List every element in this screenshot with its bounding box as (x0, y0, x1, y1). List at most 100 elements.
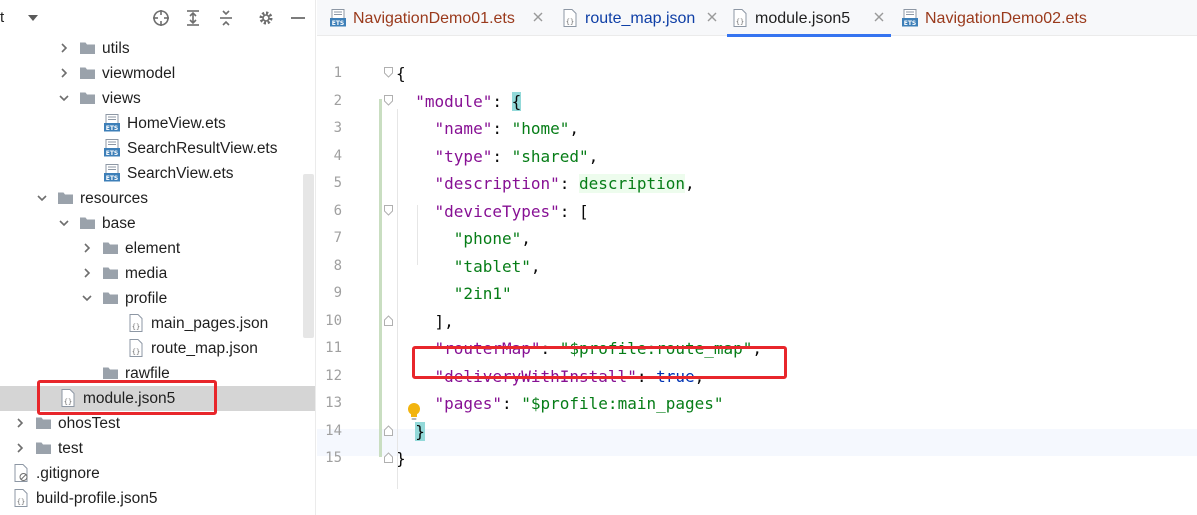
tree-item-ohostest[interactable]: ohosTest (0, 411, 315, 436)
tree-item-label: resources (80, 190, 149, 207)
close-icon[interactable] (532, 11, 544, 23)
tree-item-element[interactable]: element (0, 236, 315, 261)
code-line[interactable]: "pages": "$profile:main_pages" (396, 390, 724, 417)
minimize-icon[interactable] (288, 8, 308, 28)
tree-item-rawfile[interactable]: rawfile (0, 361, 315, 386)
fold-open-icon[interactable] (384, 94, 393, 106)
code-line[interactable]: "module": { (396, 88, 522, 115)
code-line[interactable]: "deliveryWithInstall": true, (396, 363, 705, 390)
close-icon[interactable] (873, 11, 885, 23)
fold-open-icon[interactable] (384, 67, 393, 78)
fold-open-icon[interactable] (384, 204, 393, 216)
code-token: : (540, 339, 560, 358)
folder-icon (102, 241, 119, 255)
tree-item-gitignore[interactable]: .gitignore (0, 461, 315, 486)
intention-bulb-icon[interactable] (406, 402, 422, 422)
chevron-down-icon[interactable] (35, 191, 49, 205)
code-token: "routerMap" (434, 339, 541, 358)
tree-item-label: rawfile (125, 365, 170, 382)
tab-navigationdemo01-ets[interactable]: ETS NavigationDemo01.ets (325, 0, 547, 36)
chevron-down-icon[interactable] (57, 216, 71, 230)
fold-close-icon[interactable] (384, 452, 393, 463)
code-line[interactable]: "routerMap": "$profile:route_map", (396, 335, 763, 362)
tab-navigationdemo02-ets[interactable]: ETS NavigationDemo02.ets (897, 0, 1107, 36)
code-token: "tablet" (453, 256, 531, 276)
tree-item-resources[interactable]: resources (0, 186, 315, 211)
tree-item-label: module.json5 (83, 390, 176, 407)
json-file-icon: {} (128, 314, 144, 332)
chevron-down-icon[interactable] (80, 291, 94, 305)
tree-item-profile[interactable]: profile (0, 286, 315, 311)
tree-item-label: SearchResultView.ets (127, 140, 278, 157)
chevron-right-icon[interactable] (13, 416, 27, 430)
collapse-all-icon[interactable] (216, 8, 236, 28)
tree-item-module-json5[interactable]: {} module.json5 (0, 386, 315, 411)
code-token: "$profile:main_pages" (521, 394, 724, 413)
ignore-file-icon (13, 464, 29, 482)
expand-all-icon[interactable] (183, 8, 203, 28)
code-token: "type" (434, 146, 493, 166)
code-line[interactable]: "deviceTypes": [ (396, 198, 589, 225)
scrollbar-thumb[interactable] (303, 174, 314, 338)
code-line[interactable]: "type": "shared", (396, 143, 599, 170)
tree-item-viewmodel[interactable]: viewmodel (0, 61, 315, 86)
chevron-right-icon[interactable] (13, 441, 27, 455)
tab-label: NavigationDemo01.ets (353, 10, 515, 27)
chevron-right-icon[interactable] (57, 66, 71, 80)
gear-icon[interactable] (256, 8, 276, 28)
fold-close-icon[interactable] (384, 424, 393, 436)
code-token: : (492, 91, 512, 111)
tree-item-label: ohosTest (58, 415, 121, 432)
tree-item-searchview-ets[interactable]: ETS SearchView.ets (0, 161, 315, 186)
chevron-right-icon[interactable] (80, 241, 94, 255)
tree-item-media[interactable]: media (0, 261, 315, 286)
svg-text:{}: {} (736, 18, 744, 26)
chevron-down-icon[interactable] (57, 91, 71, 105)
json-file-icon: {} (128, 339, 144, 357)
json-file-icon: {} (731, 9, 749, 27)
tab-module-json5[interactable]: {} module.json5 (727, 0, 891, 37)
chevron-right-icon[interactable] (80, 266, 94, 280)
svg-text:ETS: ETS (904, 20, 917, 27)
code-token: "$profile:route_map" (559, 339, 753, 358)
code-line[interactable]: { (396, 60, 406, 87)
fold-close-icon[interactable] (384, 314, 393, 326)
code-token: { (511, 91, 522, 111)
folder-icon (102, 366, 119, 380)
code-line[interactable]: "description": description, (396, 170, 695, 197)
folder-icon (35, 441, 52, 455)
code-token: { (396, 64, 406, 83)
json-file-icon: {} (561, 9, 579, 27)
tree-item-build-profile-json5[interactable]: {} build-profile.json5 (0, 486, 315, 511)
project-panel-title[interactable]: t (0, 9, 4, 26)
code-token: , (685, 174, 695, 193)
svg-text:{}: {} (64, 398, 72, 406)
tab-route-map-json[interactable]: {} route_map.json (557, 0, 727, 36)
tree-item-label: route_map.json (151, 340, 258, 357)
svg-text:{}: {} (566, 18, 574, 26)
tree-item-base[interactable]: base (0, 211, 315, 236)
ets-file-icon: ETS (104, 114, 120, 132)
tree-item-route-map-json[interactable]: {} route_map.json (0, 336, 315, 361)
code-editor[interactable]: 1{2 "module": {3 "name": "home", 4 "type"… (317, 37, 1197, 515)
code-line[interactable]: "2in1" (396, 280, 512, 307)
vcs-change-marker (379, 99, 382, 457)
tree-item-main-pages-json[interactable]: {} main_pages.json (0, 311, 315, 336)
code-line[interactable]: ], (396, 308, 454, 335)
tree-item-searchresultview-ets[interactable]: ETS SearchResultView.ets (0, 136, 315, 161)
tree-item-utils[interactable]: utils (0, 36, 315, 61)
chevron-right-icon[interactable] (57, 41, 71, 55)
close-icon[interactable] (706, 11, 718, 23)
tree-item-test[interactable]: test (0, 436, 315, 461)
tree-item-views[interactable]: views (0, 86, 315, 111)
json-file-icon: {} (60, 389, 76, 407)
code-line[interactable]: "name": "home", (396, 115, 580, 142)
folder-icon (102, 291, 119, 305)
chevron-down-icon[interactable] (23, 8, 43, 28)
code-token: , (588, 146, 599, 166)
tree-item-homeview-ets[interactable]: ETS HomeView.ets (0, 111, 315, 136)
indent-guide (417, 205, 418, 265)
crosshair-icon[interactable] (151, 8, 171, 28)
